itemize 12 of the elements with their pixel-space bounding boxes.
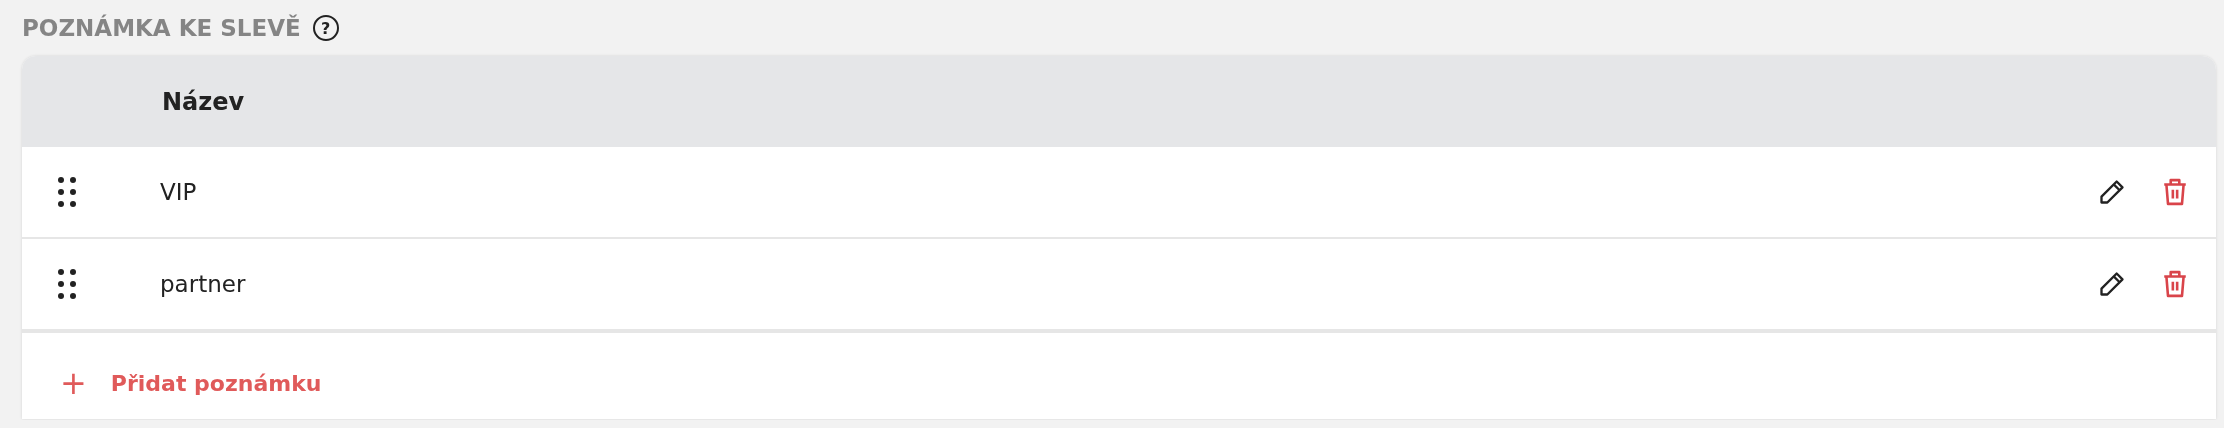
delete-button[interactable] — [2162, 178, 2188, 206]
table-cell-text: VIP — [160, 179, 198, 205]
table-cell-text: partner — [160, 271, 247, 297]
section-title: POZNÁMKA KE SLEVĚ — [22, 15, 301, 41]
column-header: Název — [162, 87, 245, 116]
drag-handle-icon[interactable] — [58, 269, 76, 299]
edit-button[interactable] — [2098, 270, 2126, 298]
help-icon[interactable]: ? — [312, 15, 339, 41]
delete-button[interactable] — [2162, 270, 2188, 298]
add-note-button[interactable]: + Přidat poznámku — [60, 367, 322, 399]
edit-button[interactable] — [2098, 178, 2126, 206]
drag-handle-icon[interactable] — [58, 177, 76, 207]
